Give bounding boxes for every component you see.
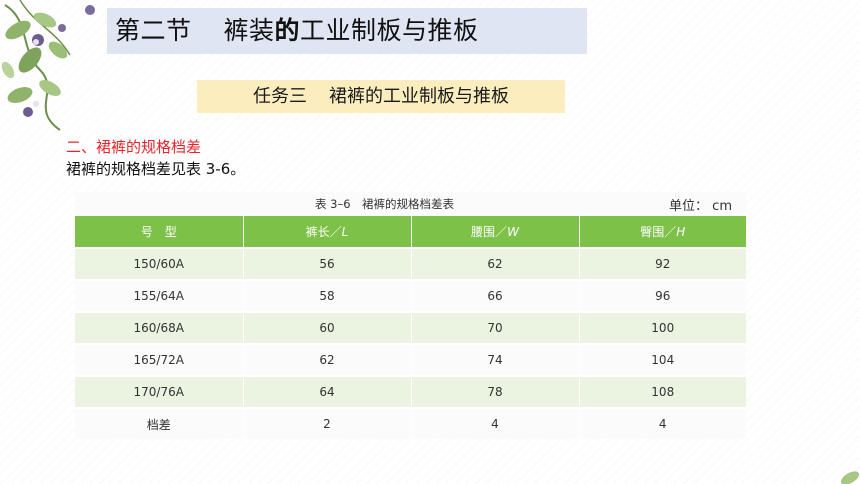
table-unit: 单位： cm — [669, 199, 732, 214]
task-label: 任务三 — [253, 86, 307, 107]
cell-hip: 92 — [578, 247, 746, 280]
cell-waist: 66 — [410, 279, 579, 312]
cell-size: 165/72A — [75, 343, 243, 376]
title-section: 第二节 — [115, 16, 192, 45]
header-waist: 腰围／W — [410, 216, 579, 248]
header-pants-length: 裤长／L — [242, 216, 411, 248]
section-text: 裙裤的规格档差见表 3-6。 — [66, 160, 246, 178]
cell-size: 155/64A — [75, 279, 243, 312]
table-row: 160/68A 60 70 100 — [75, 311, 746, 344]
cell-hip: 104 — [578, 343, 746, 376]
table-header-row: 号 型 裤长／L 腰围／W 臀围／H — [75, 216, 746, 248]
table-row: 170/76A 64 78 108 — [75, 375, 746, 408]
table-title: 表 3–6 裙裤的规格档差表 — [315, 197, 455, 211]
cell-size: 160/68A — [75, 311, 243, 344]
header-hip: 臀围／H — [578, 216, 746, 248]
title-particle: 的 — [274, 16, 301, 45]
cell-pants-length: 2 — [242, 407, 411, 439]
cell-size: 档差 — [75, 407, 243, 439]
task-title: 裙裤的工业制板与推板 — [329, 86, 509, 107]
section-heading: 二、裙裤的规格档差 — [66, 138, 202, 156]
table-row: 155/64A 58 66 96 — [75, 279, 746, 312]
cell-hip: 100 — [578, 311, 746, 344]
cell-hip: 4 — [578, 407, 746, 439]
cell-pants-length: 60 — [242, 311, 411, 344]
cell-waist: 78 — [410, 375, 579, 408]
corner-leaf-icon — [840, 471, 860, 484]
cell-waist: 74 — [410, 343, 579, 376]
header-size: 号 型 — [75, 216, 243, 248]
vine-decoration-icon — [1, 0, 95, 131]
task-banner: 任务三 裙裤的工业制板与推板 — [197, 80, 565, 113]
title-topic: 工业制板与推板 — [300, 16, 479, 45]
cell-waist: 62 — [410, 247, 579, 280]
cell-waist: 4 — [410, 407, 579, 439]
cell-size: 170/76A — [75, 375, 243, 408]
table-row: 165/72A 62 74 104 — [75, 343, 746, 376]
cell-pants-length: 64 — [242, 375, 411, 408]
table-row: 150/60A 56 62 92 — [75, 247, 746, 280]
cell-size: 150/60A — [75, 247, 243, 280]
cell-pants-length: 62 — [242, 343, 411, 376]
cell-hip: 96 — [578, 279, 746, 312]
table-row-grading: 档差 2 4 4 — [75, 407, 746, 439]
page-title: 第二节 裤装的工业制板与推板 — [107, 8, 587, 54]
title-subject: 裤装 — [223, 16, 275, 45]
table-caption: 表 3–6 裙裤的规格档差表 单位： cm — [75, 192, 746, 214]
size-table-container: 表 3–6 裙裤的规格档差表 单位： cm 号 型 裤长／L 腰围／W 臀围／H… — [75, 192, 746, 439]
cell-pants-length: 58 — [242, 279, 411, 312]
cell-waist: 70 — [410, 311, 579, 344]
cell-pants-length: 56 — [242, 247, 411, 280]
size-grading-table: 号 型 裤长／L 腰围／W 臀围／H 150/60A 56 62 92 155/… — [75, 216, 746, 439]
cell-hip: 108 — [578, 375, 746, 408]
